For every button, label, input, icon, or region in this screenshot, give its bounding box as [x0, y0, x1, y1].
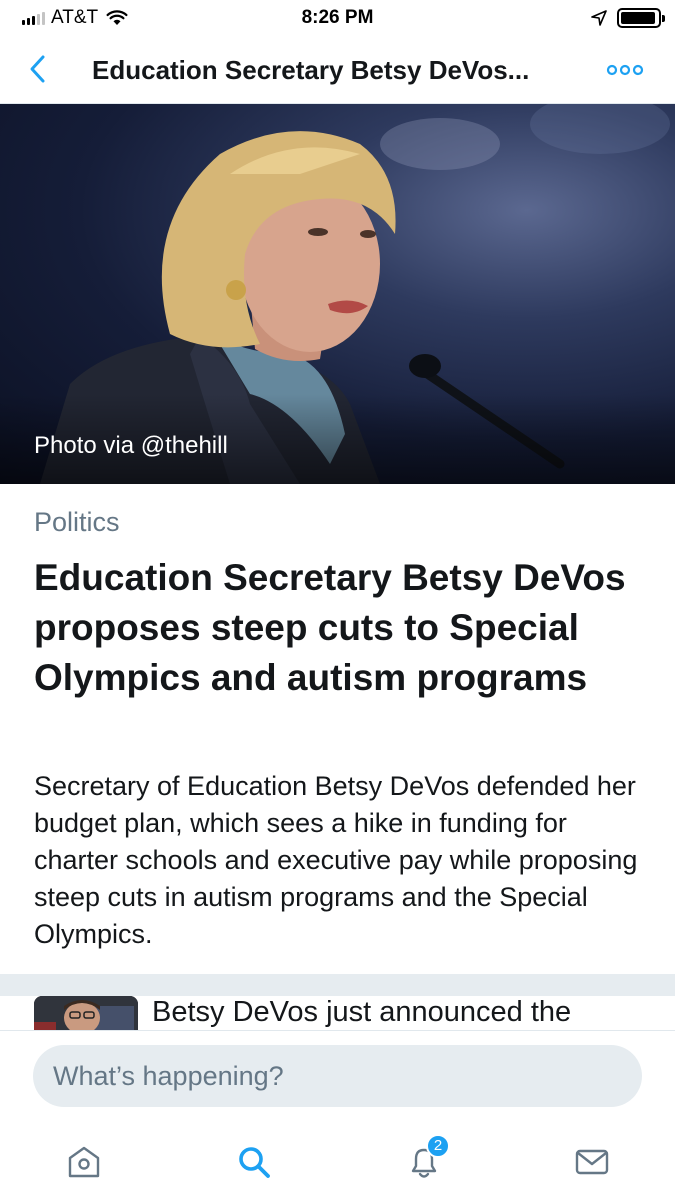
battery-icon: [617, 8, 665, 28]
article-headline: Education Secretary Betsy DeVos proposes…: [34, 557, 626, 698]
nav-bar: Education Secretary Betsy DeVos...: [0, 36, 675, 104]
avatar[interactable]: [34, 996, 138, 1030]
tab-bar: 2: [0, 1122, 675, 1200]
chevron-left-icon: [30, 55, 45, 83]
search-icon: [239, 1147, 270, 1178]
photo-credit: Photo via @thehill: [34, 432, 228, 459]
section-divider: [0, 974, 675, 996]
notification-badge: 2: [426, 1134, 450, 1158]
page-title: Education Secretary Betsy DeVos...: [92, 55, 530, 85]
tab-messages[interactable]: [568, 1140, 616, 1188]
status-right: [591, 8, 665, 28]
tweet-preview[interactable]: Betsy DeVos just announced the: [0, 996, 675, 1030]
article-summary: Secretary of Education Betsy DeVos defen…: [34, 771, 638, 949]
compose-input[interactable]: [33, 1045, 642, 1107]
hero-photo-illustration: [0, 104, 675, 484]
tab-search[interactable]: [230, 1140, 278, 1188]
battery-fill: [621, 12, 656, 24]
compose-area: [0, 1030, 675, 1122]
home-icon: [68, 1146, 100, 1178]
more-options-button[interactable]: [605, 60, 645, 80]
status-time: 8:26 PM: [301, 7, 374, 28]
tab-home[interactable]: [60, 1140, 108, 1188]
more-dots-icon: [606, 64, 644, 76]
avatar-image: [34, 996, 138, 1030]
tweet-text: Betsy DeVos just announced the: [152, 996, 572, 1028]
location-arrow-icon: [591, 10, 607, 26]
article-category: Politics: [34, 507, 120, 537]
status-bar: AT&T 8:26 PM: [0, 0, 675, 36]
article-hero-image[interactable]: Photo via @thehill: [0, 104, 675, 484]
tab-notifications[interactable]: 2: [400, 1134, 450, 1188]
back-button[interactable]: [22, 52, 56, 86]
mail-icon: [575, 1149, 609, 1175]
